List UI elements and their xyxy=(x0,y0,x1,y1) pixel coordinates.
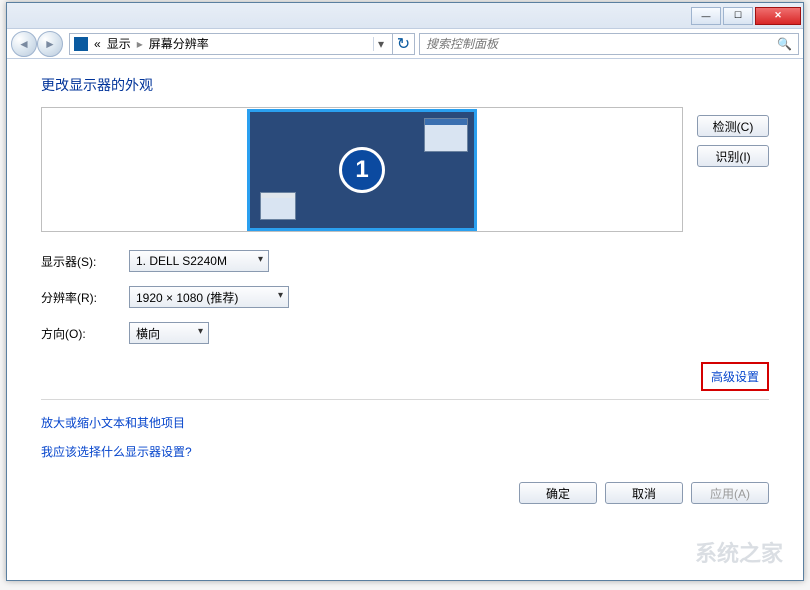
display-label: 显示器(S): xyxy=(41,253,129,270)
page-title: 更改显示器的外观 xyxy=(41,75,769,95)
orientation-value: 横向 xyxy=(136,325,160,342)
breadcrumb-separator: ▸ xyxy=(137,37,143,51)
orientation-label: 方向(O): xyxy=(41,325,129,342)
content-area: 更改显示器的外观 1 检测(C) 识别(I) 显示器(S): 1. DELL S… xyxy=(7,59,803,514)
titlebar: — ☐ ✕ xyxy=(7,3,803,29)
text-size-link[interactable]: 放大或缩小文本和其他项目 xyxy=(41,414,769,431)
search-input[interactable] xyxy=(426,37,777,51)
display-preview[interactable]: 1 xyxy=(41,107,683,232)
apply-button[interactable]: 应用(A) xyxy=(691,482,769,504)
divider xyxy=(41,399,769,400)
identify-button[interactable]: 识别(I) xyxy=(697,145,769,167)
resolution-combo[interactable]: 1920 × 1080 (推荐) xyxy=(129,286,289,308)
breadcrumb-item-display[interactable]: 显示 xyxy=(107,35,131,52)
window-thumb-1 xyxy=(424,118,468,152)
refresh-button[interactable]: ↻ xyxy=(393,33,415,55)
search-icon: 🔍 xyxy=(777,37,792,51)
detect-button[interactable]: 检测(C) xyxy=(697,115,769,137)
desktop-thumbnail: 1 xyxy=(247,109,477,231)
minimize-button[interactable]: — xyxy=(691,7,721,25)
breadcrumb-item-resolution[interactable]: 屏幕分辨率 xyxy=(149,35,209,52)
monitor-badge: 1 xyxy=(339,147,385,193)
cancel-button[interactable]: 取消 xyxy=(605,482,683,504)
maximize-button[interactable]: ☐ xyxy=(723,7,753,25)
back-button[interactable]: ◄ xyxy=(11,31,37,57)
resolution-label: 分辨率(R): xyxy=(41,289,129,306)
watermark: 系统之家 xyxy=(695,536,783,568)
breadcrumb-prefix: « xyxy=(94,37,101,51)
control-panel-window: — ☐ ✕ ◄ ► « 显示 ▸ 屏幕分辨率 ▾ ↻ 🔍 更改显示器的外观 xyxy=(6,2,804,581)
display-combo[interactable]: 1. DELL S2240M xyxy=(129,250,269,272)
control-panel-icon xyxy=(74,37,88,51)
resolution-value: 1920 × 1080 (推荐) xyxy=(136,289,238,306)
search-box[interactable]: 🔍 xyxy=(419,33,799,55)
orientation-combo[interactable]: 横向 xyxy=(129,322,209,344)
window-thumb-2 xyxy=(260,192,296,220)
navbar: ◄ ► « 显示 ▸ 屏幕分辨率 ▾ ↻ 🔍 xyxy=(7,29,803,59)
ok-button[interactable]: 确定 xyxy=(519,482,597,504)
display-value: 1. DELL S2240M xyxy=(136,254,227,268)
which-settings-link[interactable]: 我应该选择什么显示器设置? xyxy=(41,443,769,460)
address-dropdown[interactable]: ▾ xyxy=(373,37,388,51)
close-button[interactable]: ✕ xyxy=(755,7,801,25)
forward-button[interactable]: ► xyxy=(37,31,63,57)
address-bar[interactable]: « 显示 ▸ 屏幕分辨率 ▾ xyxy=(69,33,393,55)
advanced-settings-link[interactable]: 高级设置 xyxy=(701,362,769,391)
